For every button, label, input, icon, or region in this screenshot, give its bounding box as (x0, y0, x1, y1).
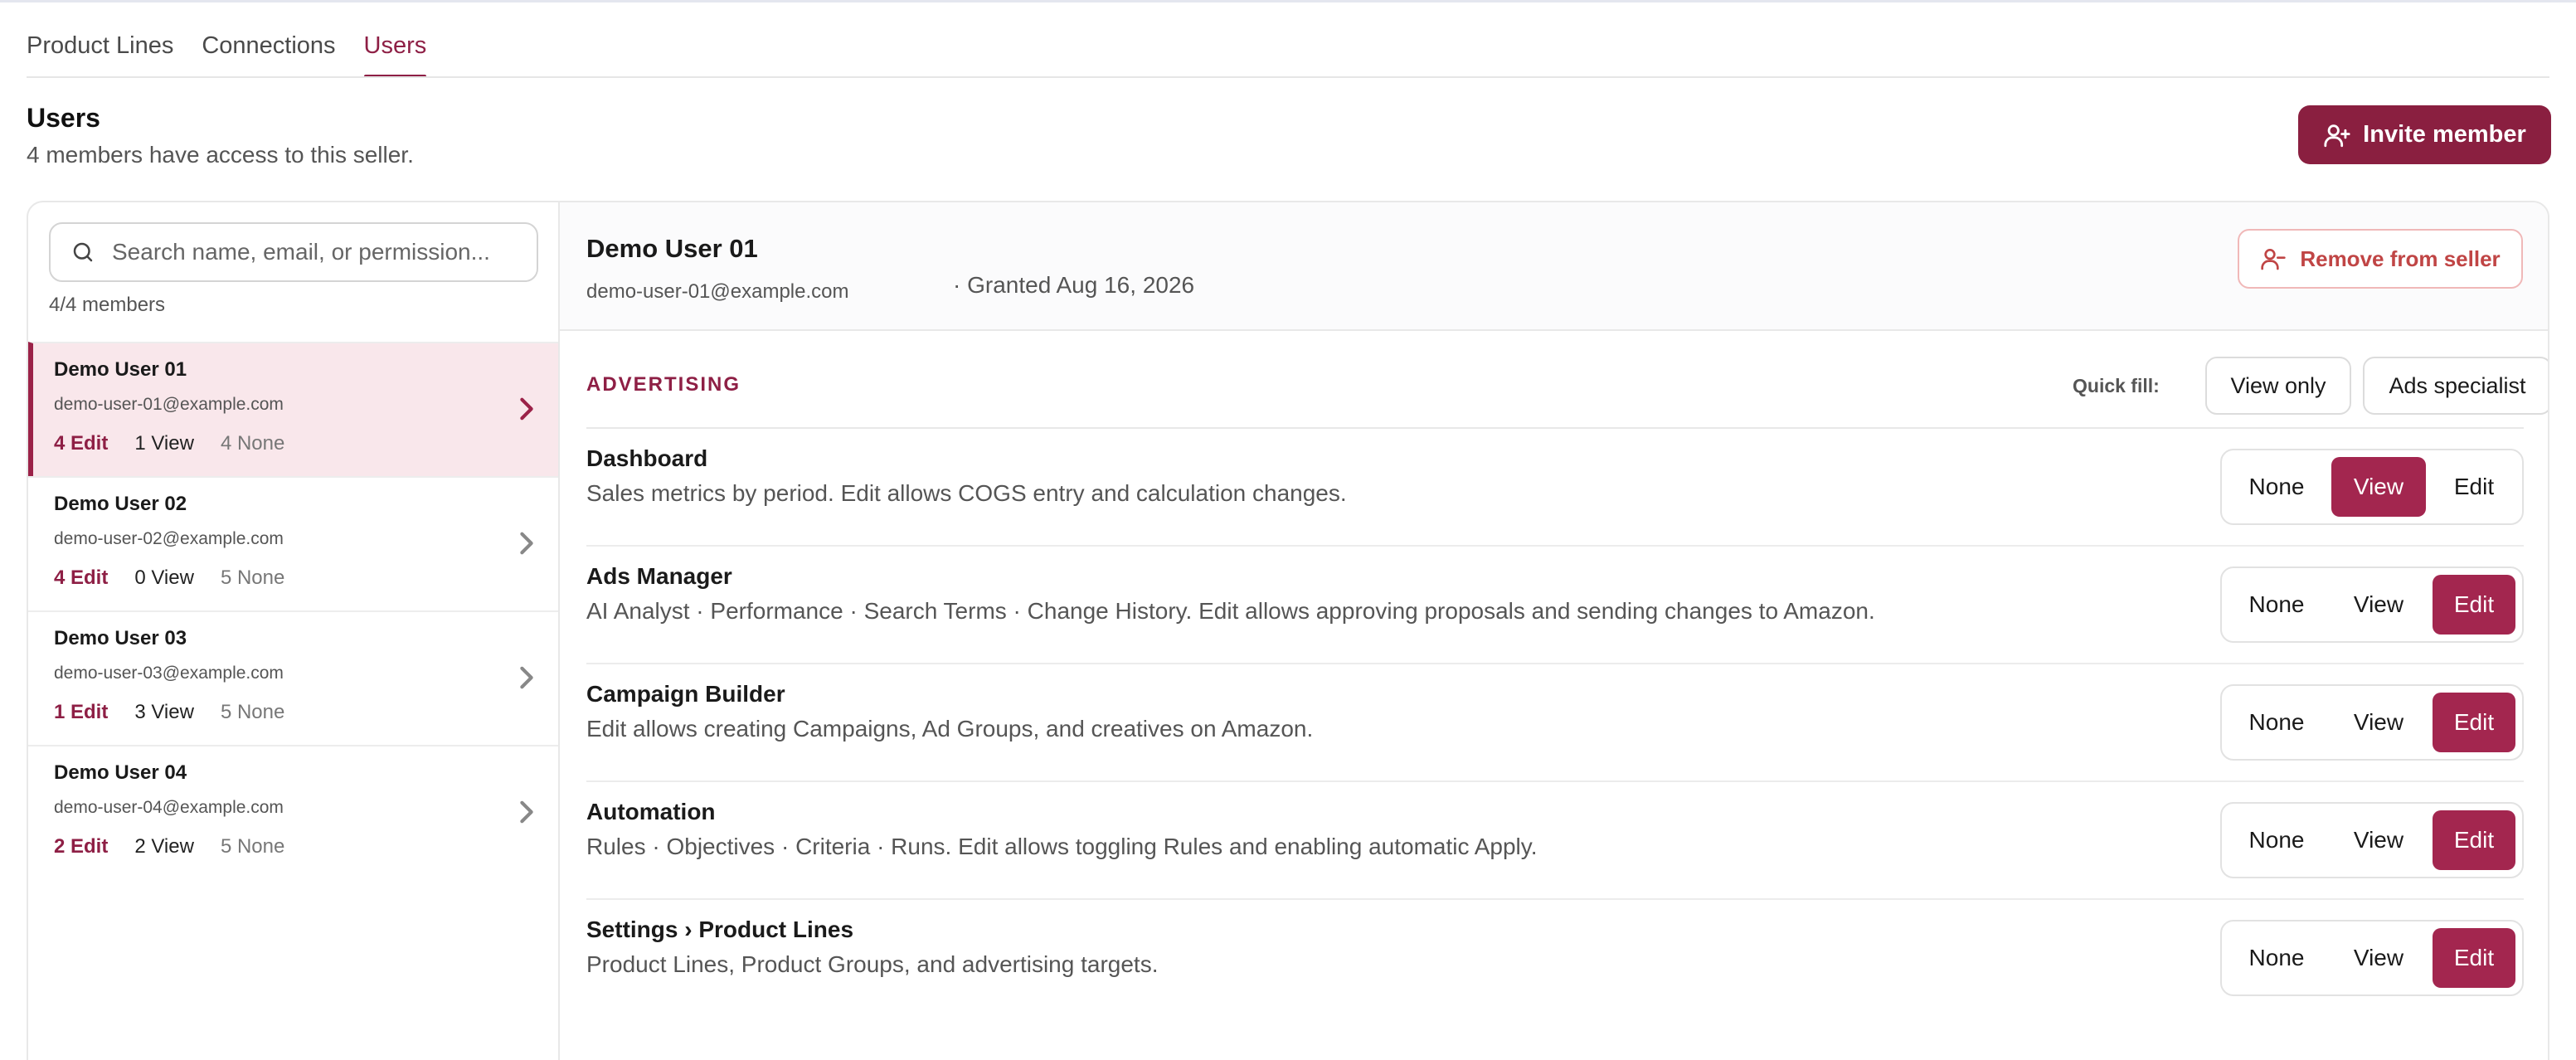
permission-row-settings-product-lines: Settings › Product Lines Product Lines, … (586, 900, 2524, 1018)
permission-row-dashboard: Dashboard Sales metrics by period. Edit … (586, 429, 2524, 547)
tab-connections[interactable]: Connections (202, 30, 335, 78)
page-subtitle: 4 members have access to this seller. (27, 142, 414, 168)
quick-fill-view-only-button[interactable]: View only (2205, 357, 2351, 415)
level-none-button[interactable]: None (2228, 457, 2325, 517)
member-email: demo-user-02@example.com (54, 529, 284, 548)
invite-member-label: Invite member (2363, 121, 2526, 148)
member-item-demo-user-02[interactable]: Demo User 02 demo-user-02@example.com 4 … (28, 476, 558, 610)
tab-users[interactable]: Users (363, 30, 426, 78)
permission-row-automation: Automation Rules · Objectives · Criteria… (586, 782, 2524, 900)
none-count: 5 None (220, 835, 285, 858)
level-edit-button[interactable]: Edit (2433, 575, 2515, 635)
remove-from-seller-button[interactable]: Remove from seller (2238, 229, 2523, 289)
member-search-input[interactable] (112, 239, 510, 265)
permission-description: Rules · Objectives · Criteria · Runs. Ed… (586, 834, 1538, 859)
view-count: 0 View (134, 566, 194, 589)
view-count: 1 View (134, 432, 194, 455)
edit-count: 4 Edit (54, 432, 109, 455)
level-edit-button[interactable]: Edit (2433, 457, 2515, 517)
users-panel: 4/4 members Demo User 01 demo-user-01@ex… (27, 201, 2549, 1060)
member-email: demo-user-04@example.com (54, 798, 284, 817)
page-title: Users (27, 103, 100, 133)
level-view-button[interactable]: View (2331, 693, 2426, 752)
view-count: 3 View (134, 701, 194, 723)
member-permission-summary: 4 Edit 0 View 5 None (54, 566, 284, 590)
quick-fill-ads-specialist-button[interactable]: Ads specialist (2363, 357, 2548, 415)
permission-title: Settings › Product Lines (586, 917, 854, 942)
search-icon (73, 242, 93, 262)
permission-description: AI Analyst · Performance · Search Terms … (586, 598, 1875, 624)
member-list: Demo User 01 demo-user-01@example.com 4 … (28, 342, 558, 879)
permission-title: Automation (586, 799, 716, 824)
member-item-demo-user-03[interactable]: Demo User 03 demo-user-03@example.com 1 … (28, 610, 558, 745)
chevron-right-icon (520, 800, 533, 824)
member-name: Demo User 02 (54, 493, 187, 515)
permission-level-selector: None View Edit (2220, 802, 2524, 878)
member-search-box[interactable] (49, 222, 538, 282)
granted-date: · Granted Aug 16, 2026 (953, 272, 1195, 298)
member-item-demo-user-01[interactable]: Demo User 01 demo-user-01@example.com 4 … (28, 342, 558, 476)
settings-tabs: Product Lines Connections Users (27, 30, 426, 78)
permission-title: Campaign Builder (586, 681, 785, 707)
level-none-button[interactable]: None (2228, 693, 2325, 752)
tab-product-lines[interactable]: Product Lines (27, 30, 173, 78)
level-view-button[interactable]: View (2331, 928, 2426, 988)
none-count: 5 None (220, 701, 285, 723)
member-name: Demo User 04 (54, 761, 187, 784)
edit-count: 2 Edit (54, 835, 109, 858)
member-name: Demo User 01 (54, 358, 187, 381)
remove-from-seller-label: Remove from seller (2300, 246, 2501, 271)
section-label-advertising: ADVERTISING (586, 373, 741, 396)
level-none-button[interactable]: None (2228, 810, 2325, 870)
permission-title: Dashboard (586, 445, 708, 471)
window-top-border (0, 0, 2576, 5)
permission-level-selector: None View Edit (2220, 920, 2524, 996)
detail-member-name: Demo User 01 (586, 234, 758, 263)
member-permission-summary: 4 Edit 1 View 4 None (54, 432, 284, 455)
member-email: demo-user-03@example.com (54, 664, 284, 683)
level-none-button[interactable]: None (2228, 928, 2325, 988)
permission-description: Sales metrics by period. Edit allows COG… (586, 480, 1347, 506)
permission-description: Edit allows creating Campaigns, Ad Group… (586, 716, 1314, 742)
permission-level-selector: None View Edit (2220, 566, 2524, 643)
chevron-right-icon (520, 666, 533, 689)
level-edit-button[interactable]: Edit (2433, 810, 2515, 870)
view-count: 2 View (134, 835, 194, 858)
member-permission-summary: 1 Edit 3 View 5 None (54, 701, 284, 724)
edit-count: 1 Edit (54, 701, 109, 723)
user-minus-icon (2261, 249, 2286, 270)
chevron-right-icon (520, 397, 533, 421)
tabs-divider (27, 76, 2549, 78)
member-list-pane: 4/4 members Demo User 01 demo-user-01@ex… (28, 202, 560, 1060)
user-plus-icon (2324, 124, 2350, 147)
permission-title: Ads Manager (586, 563, 732, 589)
permission-level-selector: None View Edit (2220, 449, 2524, 525)
permission-row-ads-manager: Ads Manager AI Analyst · Performance · S… (586, 547, 2524, 664)
level-view-button[interactable]: View (2331, 457, 2426, 517)
member-permission-summary: 2 Edit 2 View 5 None (54, 835, 284, 858)
chevron-right-icon (520, 532, 533, 555)
level-view-button[interactable]: View (2331, 810, 2426, 870)
permission-row-campaign-builder: Campaign Builder Edit allows creating Ca… (586, 664, 2524, 782)
level-edit-button[interactable]: Edit (2433, 928, 2515, 988)
member-email: demo-user-01@example.com (54, 395, 284, 414)
quick-fill-label: Quick fill: (2073, 375, 2160, 396)
permission-description: Product Lines, Product Groups, and adver… (586, 951, 1159, 977)
none-count: 4 None (220, 432, 285, 455)
member-item-demo-user-04[interactable]: Demo User 04 demo-user-04@example.com 2 … (28, 745, 558, 879)
detail-member-email: demo-user-01@example.com (586, 280, 849, 303)
level-view-button[interactable]: View (2331, 575, 2426, 635)
member-count: 4/4 members (49, 294, 166, 316)
invite-member-button[interactable]: Invite member (2298, 105, 2551, 164)
none-count: 5 None (220, 566, 285, 589)
permission-level-selector: None View Edit (2220, 684, 2524, 761)
member-detail-pane: Demo User 01 demo-user-01@example.com · … (560, 202, 2548, 1060)
edit-count: 4 Edit (54, 566, 109, 589)
level-none-button[interactable]: None (2228, 575, 2325, 635)
member-name: Demo User 03 (54, 627, 187, 649)
level-edit-button[interactable]: Edit (2433, 693, 2515, 752)
member-detail-header: Demo User 01 demo-user-01@example.com · … (560, 202, 2548, 331)
